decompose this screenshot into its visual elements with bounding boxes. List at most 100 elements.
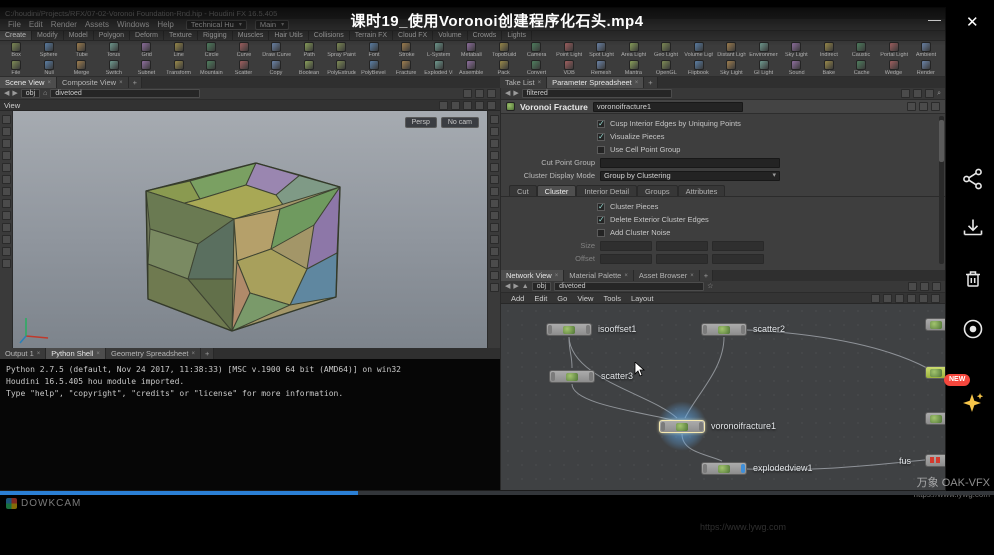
- tool-icon[interactable]: [2, 127, 11, 136]
- shelf-tool-scatter[interactable]: Scatter: [228, 59, 261, 76]
- shelf-tool-render[interactable]: Render: [910, 59, 943, 76]
- tool-icon[interactable]: [490, 247, 499, 256]
- close-tab-icon[interactable]: ×: [538, 80, 542, 86]
- pane-tab-output-1[interactable]: Output 1×: [0, 348, 46, 359]
- checkbox[interactable]: [597, 229, 605, 237]
- checkbox[interactable]: [597, 120, 605, 128]
- tool-icon[interactable]: [439, 101, 448, 110]
- cluster-mode-dropdown[interactable]: Group by Clustering ▾: [600, 171, 780, 181]
- tool-icon[interactable]: [920, 282, 929, 291]
- tool-icon[interactable]: [463, 89, 472, 98]
- tool-icon[interactable]: [931, 102, 940, 111]
- checkbox[interactable]: [597, 133, 605, 141]
- download-button[interactable]: [960, 216, 986, 242]
- scene-viewport[interactable]: Persp No cam: [0, 111, 500, 348]
- pane-tab-python-shell[interactable]: Python Shell×: [46, 348, 106, 359]
- network-menu-add[interactable]: Add: [506, 294, 529, 303]
- node-partial[interactable]: [925, 454, 945, 467]
- shelf-tool-polyextrude[interactable]: PolyExtrude: [325, 59, 358, 76]
- close-tab-icon[interactable]: ×: [690, 273, 694, 279]
- back-icon[interactable]: ◀: [505, 282, 510, 291]
- projection-pill[interactable]: Persp: [405, 117, 437, 128]
- tool-icon[interactable]: [2, 139, 11, 148]
- shelf-tool-transform[interactable]: Transform: [163, 59, 196, 76]
- param-tab-attributes[interactable]: Attributes: [678, 185, 726, 196]
- tool-icon[interactable]: [490, 151, 499, 160]
- shelf-tool-null[interactable]: Null: [33, 59, 66, 76]
- shelf-tool-wedge[interactable]: Wedge: [878, 59, 911, 76]
- number-field[interactable]: [712, 241, 764, 251]
- forward-icon[interactable]: ▶: [513, 282, 518, 291]
- node-display-flag[interactable]: [699, 422, 703, 431]
- tool-icon[interactable]: [490, 271, 499, 280]
- shelf-tool-fracture[interactable]: Fracture: [390, 59, 423, 76]
- home-icon[interactable]: ⌂: [43, 89, 47, 98]
- tool-icon[interactable]: [490, 223, 499, 232]
- tool-icon[interactable]: [901, 89, 910, 98]
- tool-icon[interactable]: [2, 187, 11, 196]
- node-partial[interactable]: [925, 318, 945, 331]
- scrollbar-thumb[interactable]: [939, 120, 944, 162]
- tool-icon[interactable]: [871, 294, 880, 303]
- node-path-field[interactable]: divetoed: [50, 89, 200, 98]
- tool-icon[interactable]: [475, 89, 484, 98]
- param-tab-interior-detail[interactable]: Interior Detail: [576, 185, 637, 196]
- network-menu-layout[interactable]: Layout: [626, 294, 659, 303]
- network-menu-go[interactable]: Go: [552, 294, 572, 303]
- pane-tab-network-view[interactable]: Network View×: [501, 270, 564, 281]
- tool-icon[interactable]: [2, 115, 11, 124]
- pane-tab-material-palette[interactable]: Material Palette×: [564, 270, 634, 281]
- number-field[interactable]: [656, 241, 708, 251]
- shelf-tool-sky-light[interactable]: Sky Light: [715, 59, 748, 76]
- filter-field[interactable]: filtered: [522, 89, 672, 98]
- tool-icon[interactable]: [932, 282, 941, 291]
- node-display-flag[interactable]: [586, 325, 590, 334]
- pane-tab-scene-view[interactable]: Scene View×: [0, 77, 57, 88]
- tool-icon[interactable]: [2, 259, 11, 268]
- number-field[interactable]: [656, 254, 708, 264]
- pane-tab-asset-browser[interactable]: Asset Browser×: [634, 270, 700, 281]
- tool-icon[interactable]: [2, 151, 11, 160]
- tool-icon[interactable]: [919, 294, 928, 303]
- tool-icon[interactable]: [463, 101, 472, 110]
- close-tab-icon[interactable]: ×: [96, 351, 100, 357]
- shelf-tool-gi-light[interactable]: GI Light: [748, 59, 781, 76]
- number-field[interactable]: [712, 254, 764, 264]
- shelf-tool-flipbook[interactable]: Flipbook: [683, 59, 716, 76]
- shelf-tool-cache[interactable]: Cache: [845, 59, 878, 76]
- network-menu-edit[interactable]: Edit: [529, 294, 552, 303]
- shelf-tool-assemble[interactable]: Assemble: [455, 59, 488, 76]
- tool-icon[interactable]: [2, 211, 11, 220]
- shelf-tool-mantra[interactable]: Mantra: [618, 59, 651, 76]
- forward-icon[interactable]: ▶: [513, 89, 518, 98]
- checkbox[interactable]: [597, 146, 605, 154]
- tool-icon[interactable]: [919, 102, 928, 111]
- tool-icon[interactable]: [2, 199, 11, 208]
- tool-icon[interactable]: [490, 115, 499, 124]
- shelf-tool-convert[interactable]: Convert: [520, 59, 553, 76]
- tool-icon[interactable]: [475, 101, 484, 110]
- network-path-field[interactable]: divetoed: [554, 282, 704, 291]
- bookmark-icon[interactable]: ☆: [707, 282, 713, 291]
- shelf-tool-pack[interactable]: Pack: [488, 59, 521, 76]
- cut-point-group-field[interactable]: [600, 158, 780, 168]
- tool-icon[interactable]: [490, 283, 499, 292]
- close-tab-icon[interactable]: ×: [47, 80, 51, 86]
- viewport-canvas[interactable]: Persp No cam: [13, 111, 487, 348]
- tool-icon[interactable]: [908, 282, 917, 291]
- number-field[interactable]: [600, 254, 652, 264]
- tool-icon[interactable]: [490, 139, 499, 148]
- close-tab-icon[interactable]: ×: [37, 351, 41, 357]
- close-icon[interactable]: ✕: [966, 13, 979, 31]
- close-tab-icon[interactable]: ×: [119, 80, 123, 86]
- back-icon[interactable]: ◀: [4, 89, 9, 98]
- shelf-tool-exploded-view[interactable]: Exploded View: [423, 59, 456, 76]
- pin-button[interactable]: [960, 390, 986, 416]
- tool-icon[interactable]: [883, 294, 892, 303]
- shelf-tool-file[interactable]: File: [0, 59, 33, 76]
- node-explodedview1[interactable]: [701, 462, 747, 475]
- number-field[interactable]: [600, 241, 652, 251]
- tool-icon[interactable]: [895, 294, 904, 303]
- node-display-flag[interactable]: [741, 325, 745, 334]
- tool-icon[interactable]: [490, 163, 499, 172]
